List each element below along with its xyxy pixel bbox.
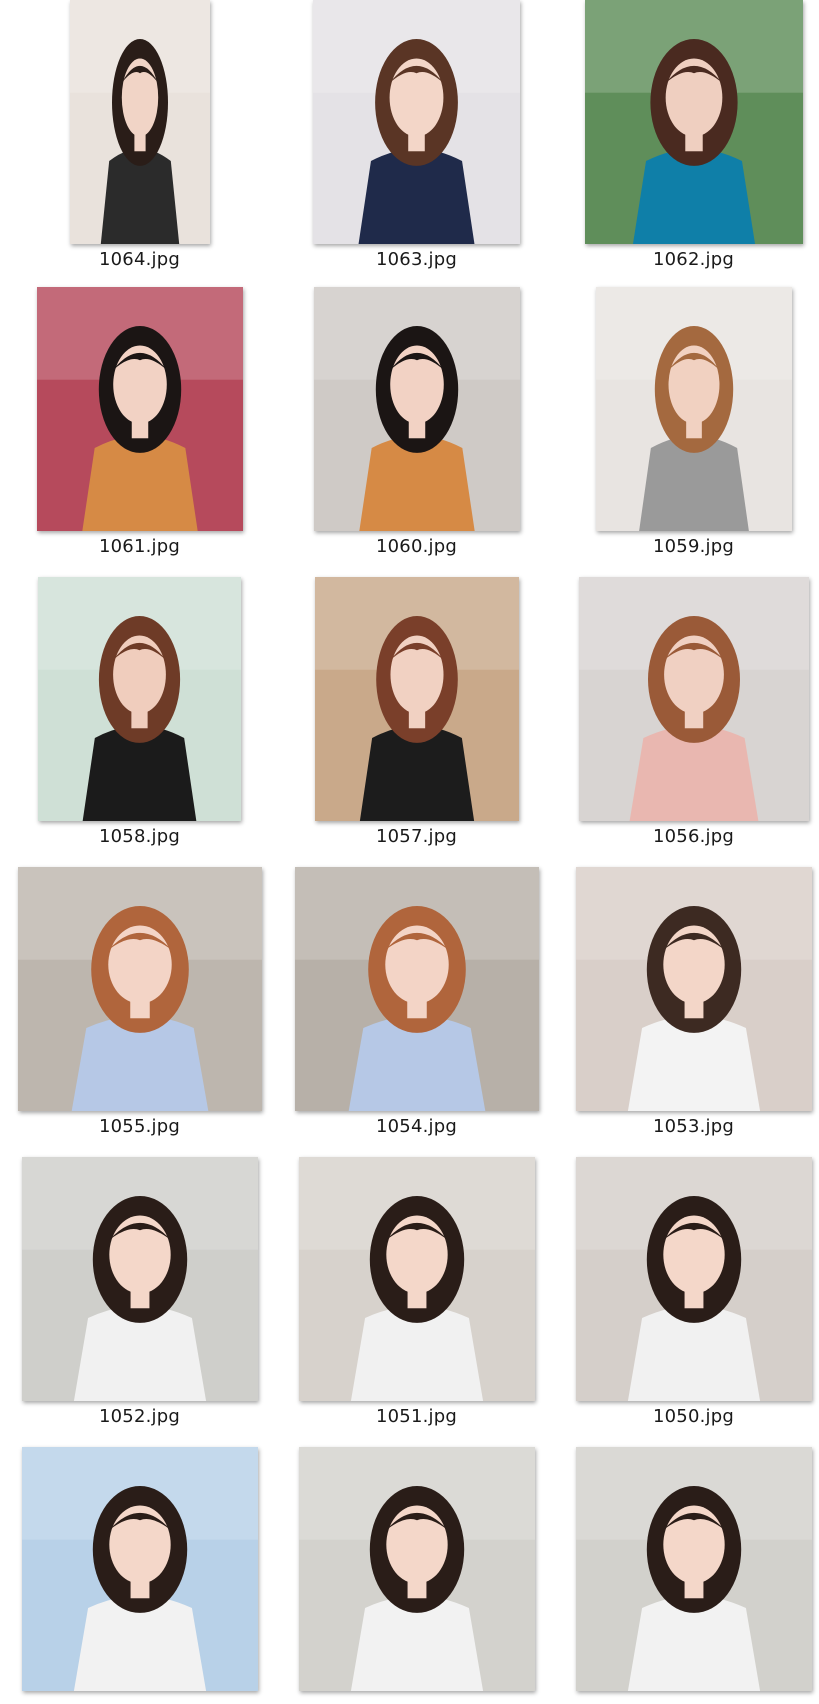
file-name-label: 1064.jpg [99,249,180,270]
file-item-1061[interactable]: 1061.jpg [1,287,278,577]
photo-placeholder [36,287,243,531]
thumbnail-image[interactable] [578,577,809,821]
photo-placeholder [298,1447,535,1691]
thumbnail-image[interactable] [21,1157,258,1401]
thumbnail-image[interactable] [21,1447,258,1691]
photo-placeholder [21,1447,258,1691]
photo-placeholder [313,287,520,531]
photo-placeholder [294,867,539,1111]
thumbnail-frame [278,867,555,1111]
file-item-1064[interactable]: 1064.jpg [1,0,278,290]
thumbnail-frame [278,1447,555,1691]
file-name-label: 1050.jpg [653,1406,734,1427]
thumbnail-frame [278,577,555,821]
file-thumbnail-grid: 1064.jpg 1063.jpg 1062.jpg 1061.jpg 1060… [0,0,819,1704]
file-item-1057[interactable]: 1057.jpg [278,577,555,867]
photo-placeholder [21,1157,258,1401]
photo-placeholder [584,0,803,244]
thumbnail-image[interactable] [575,1157,812,1401]
file-item-1059[interactable]: 1059.jpg [555,287,819,577]
photo-placeholder [298,1157,535,1401]
file-item-1051[interactable]: 1051.jpg [278,1157,555,1447]
file-name-label: 1062.jpg [653,249,734,270]
thumbnail-image[interactable] [294,867,539,1111]
file-item-1063[interactable]: 1063.jpg [278,0,555,290]
file-name-label: 1060.jpg [376,536,457,557]
photo-placeholder [595,287,792,531]
file-name-label: 1059.jpg [653,536,734,557]
photo-placeholder [313,0,520,244]
file-name-label: 1061.jpg [99,536,180,557]
thumbnail-image[interactable] [313,287,520,531]
thumbnail-frame [555,577,819,821]
file-item-1050[interactable]: 1050.jpg [555,1157,819,1447]
file-item-1056[interactable]: 1056.jpg [555,577,819,867]
thumbnail-frame [1,287,278,531]
thumbnail-image[interactable] [38,577,241,821]
file-item-1047[interactable] [555,1447,819,1704]
thumbnail-frame [555,1157,819,1401]
photo-placeholder [578,577,809,821]
photo-placeholder [575,1157,812,1401]
file-item-1054[interactable]: 1054.jpg [278,867,555,1157]
thumbnail-image[interactable] [313,0,520,244]
thumbnail-frame [278,287,555,531]
file-name-label: 1053.jpg [653,1116,734,1137]
file-item-1053[interactable]: 1053.jpg [555,867,819,1157]
thumbnail-image[interactable] [314,577,519,821]
file-name-label: 1054.jpg [376,1116,457,1137]
thumbnail-image[interactable] [298,1157,535,1401]
photo-placeholder [575,1447,812,1691]
thumbnail-frame [1,0,278,244]
thumbnail-frame [555,0,819,244]
photo-placeholder [575,867,812,1111]
thumbnail-image[interactable] [298,1447,535,1691]
thumbnail-frame [555,1447,819,1691]
thumbnail-image[interactable] [17,867,262,1111]
file-item-1060[interactable]: 1060.jpg [278,287,555,577]
file-name-label: 1063.jpg [376,249,457,270]
thumbnail-image[interactable] [595,287,792,531]
thumbnail-image[interactable] [575,867,812,1111]
thumbnail-frame [555,287,819,531]
file-item-1055[interactable]: 1055.jpg [1,867,278,1157]
thumbnail-frame [1,1157,278,1401]
photo-placeholder [314,577,519,821]
thumbnail-image[interactable] [69,0,210,244]
file-name-label: 1052.jpg [99,1406,180,1427]
thumbnail-frame [278,1157,555,1401]
thumbnail-frame [1,577,278,821]
photo-placeholder [38,577,241,821]
photo-placeholder [69,0,210,244]
file-name-label: 1051.jpg [376,1406,457,1427]
thumbnail-image[interactable] [584,0,803,244]
thumbnail-image[interactable] [575,1447,812,1691]
file-item-1062[interactable]: 1062.jpg [555,0,819,290]
file-item-1049[interactable] [1,1447,278,1704]
thumbnail-image[interactable] [36,287,243,531]
thumbnail-frame [278,0,555,244]
thumbnail-frame [1,1447,278,1691]
file-name-label: 1057.jpg [376,826,457,847]
file-name-label: 1056.jpg [653,826,734,847]
thumbnail-frame [555,867,819,1111]
thumbnail-frame [1,867,278,1111]
photo-placeholder [17,867,262,1111]
file-name-label: 1058.jpg [99,826,180,847]
file-name-label: 1055.jpg [99,1116,180,1137]
file-item-1058[interactable]: 1058.jpg [1,577,278,867]
file-item-1052[interactable]: 1052.jpg [1,1157,278,1447]
file-item-1048[interactable] [278,1447,555,1704]
